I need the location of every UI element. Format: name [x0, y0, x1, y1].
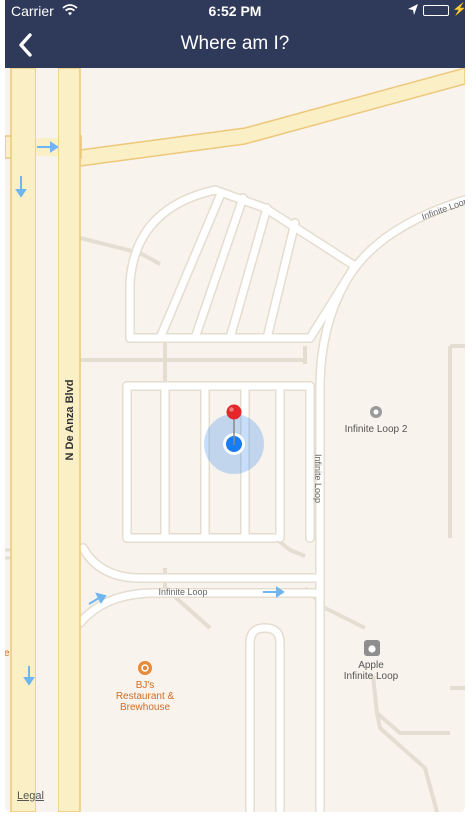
status-bar: Carrier 6:52 PM ⚡ [5, 0, 465, 22]
poi-label-line1: Apple [358, 660, 384, 671]
poi-label: Infinite Loop 2 [345, 424, 408, 435]
page-title: Where am I? [180, 33, 290, 54]
poi-label-line1: BJ's [136, 680, 155, 691]
road-label-infinite-loop-vertical: Infinite Loop [313, 454, 323, 503]
map-view[interactable]: N De Anza Blvd Infinite Loop Infinite Lo… [5, 68, 465, 812]
charging-bolt-icon: ⚡ [452, 2, 465, 16]
road-label-de-anza: N De Anza Blvd [64, 380, 76, 461]
poi-label-line2: Restaurant & [116, 691, 175, 702]
location-arrow-icon [407, 3, 419, 20]
navigation-bar: Where am I? [5, 22, 465, 68]
battery-icon [423, 5, 449, 16]
poi-label-line2: Infinite Loop [344, 671, 399, 682]
edge-label-fragment: e [5, 648, 10, 659]
poi-label-line3: Brewhouse [120, 702, 170, 713]
status-time: 6:52 PM [208, 3, 262, 19]
restaurant-icon [138, 661, 152, 675]
legal-link[interactable]: Legal [17, 790, 44, 802]
app-frame: Carrier 6:52 PM ⚡ Where am I? N De Anza … [5, 0, 465, 812]
road-label-infinite-loop-bottom: Infinite Loop [158, 587, 207, 597]
